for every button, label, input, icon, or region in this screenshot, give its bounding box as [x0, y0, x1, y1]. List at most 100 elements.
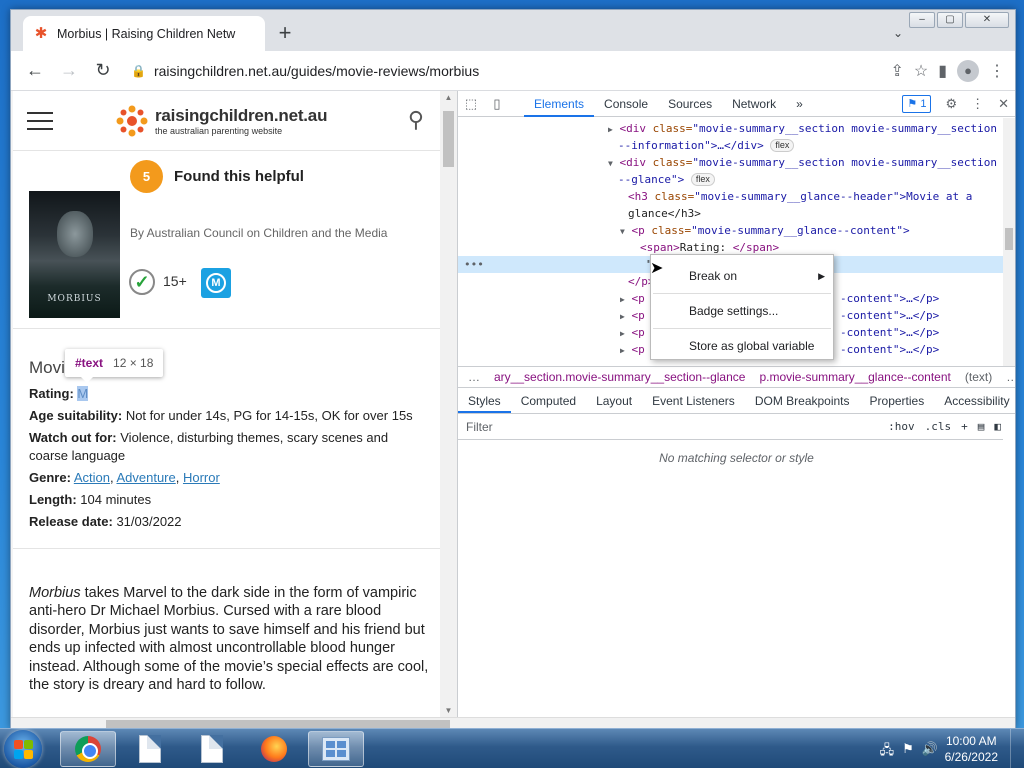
menu-item-store-global[interactable]: Store as global variable	[651, 334, 833, 358]
age-check-icon: ✓	[129, 269, 155, 295]
helpful-count-badge[interactable]: 5	[130, 160, 163, 193]
breadcrumb-section[interactable]: ary__section.movie-summary__section--gla…	[494, 370, 745, 384]
clock-time: 10:00 AM	[945, 734, 997, 748]
show-desktop-button[interactable]	[1010, 729, 1024, 768]
issues-badge[interactable]: ⚑ 1	[902, 95, 932, 113]
back-icon[interactable]: ←	[21, 57, 49, 85]
tab-computed[interactable]: Computed	[511, 388, 586, 413]
genre-link-horror[interactable]: Horror	[183, 470, 220, 485]
clock[interactable]: 10:00 AM 6/26/2022	[945, 733, 998, 765]
tooltip-size: 12 × 18	[113, 356, 154, 370]
tab-elements[interactable]: Elements	[524, 91, 595, 117]
tab-accessibility[interactable]: Accessibility	[934, 388, 1015, 413]
taskbar-control-panel[interactable]	[308, 731, 364, 767]
bookmark-star-icon[interactable]: ☆	[914, 61, 928, 81]
genre-link-adventure[interactable]: Adventure	[116, 470, 175, 485]
chrome-icon	[75, 736, 101, 762]
age-suitability-label: Age suitability:	[29, 408, 123, 423]
review-byline: By Australian Council on Children and th…	[130, 226, 388, 240]
reload-icon[interactable]: ↻	[89, 57, 117, 85]
document-icon	[139, 735, 161, 763]
logo-mark-icon	[116, 105, 148, 136]
release-date-label: Release date:	[29, 514, 113, 529]
new-rule-icon[interactable]: +	[961, 420, 968, 433]
breadcrumb-prev-icon[interactable]: …	[468, 370, 480, 384]
tree-node[interactable]: ▼ <div class="movie-summary__section mov…	[458, 154, 1003, 171]
maximize-button[interactable]: ▢	[937, 12, 963, 28]
breadcrumb-more[interactable]: …	[1006, 370, 1015, 384]
hamburger-menu-icon[interactable]	[27, 111, 53, 130]
more-tabs-icon[interactable]: »	[786, 91, 813, 117]
site-logo[interactable]: raisingchildren.net.au the australian pa…	[115, 104, 327, 138]
paint-icon[interactable]: ▤	[978, 420, 985, 433]
taskbar-firefox[interactable]	[246, 731, 302, 767]
devtools-menu-icon[interactable]: ⋮	[971, 96, 984, 112]
device-toolbar-icon[interactable]: ▯	[484, 96, 510, 112]
tab-sources[interactable]: Sources	[658, 91, 722, 117]
network-icon[interactable]: 🖧	[880, 741, 895, 763]
genre-link-action[interactable]: Action	[74, 470, 110, 485]
forward-icon[interactable]: →	[55, 57, 83, 85]
start-button[interactable]	[4, 730, 42, 768]
styles-scrollbar[interactable]	[1003, 414, 1015, 717]
tab-styles[interactable]: Styles	[458, 388, 511, 413]
age-label: 15+	[163, 273, 187, 289]
close-window-button[interactable]: ✕	[965, 12, 1009, 28]
mouse-cursor-icon: ➤	[650, 260, 664, 277]
styles-filter-bar: Filter :hov .cls + ▤ ◧	[458, 414, 1015, 440]
action-center-icon[interactable]: ⚑	[902, 741, 914, 763]
tab-console[interactable]: Console	[594, 91, 658, 117]
elements-scrollbar[interactable]	[1003, 118, 1015, 366]
tab-search-icon[interactable]: ⌄	[893, 26, 903, 40]
profile-avatar-icon[interactable]: ●	[957, 59, 979, 82]
styles-filter-input[interactable]: Filter	[458, 420, 888, 434]
taskbar-file-2[interactable]	[184, 731, 240, 767]
m-rating-badge: M	[201, 268, 231, 298]
page-scrollbar[interactable]: ▲ ▼	[440, 91, 457, 717]
taskbar-file-1[interactable]	[122, 731, 178, 767]
breadcrumb-p[interactable]: p.movie-summary__glance--content	[759, 370, 950, 384]
tree-node[interactable]: ▼ <p class="movie-summary__glance--conte…	[458, 222, 1003, 239]
tree-node[interactable]: ▶ <div class="movie-summary__section mov…	[458, 120, 1003, 137]
share-icon[interactable]: ⇪	[890, 61, 903, 81]
browser-content: raisingchildren.net.au the australian pa…	[11, 91, 1015, 728]
chrome-menu-icon[interactable]: ⋮	[989, 61, 1005, 81]
rating-value: M	[77, 386, 89, 401]
inspect-element-icon[interactable]: ⬚	[458, 96, 484, 112]
address-bar[interactable]: 🔒 raisingchildren.net.au/guides/movie-re…	[123, 55, 885, 86]
review-body: takes Marvel to the dark side in the for…	[29, 585, 429, 694]
taskbar-chrome[interactable]	[60, 731, 116, 767]
tab-strip: ✱ Morbius | Raising Children Netw + ⌄ ‒ …	[11, 10, 1015, 57]
genre-label: Genre:	[29, 470, 71, 485]
length-label: Length:	[29, 492, 77, 507]
new-tab-button[interactable]: +	[273, 22, 297, 46]
volume-icon[interactable]: 🔊	[922, 741, 938, 763]
breadcrumb-text[interactable]: (text)	[965, 370, 992, 384]
tab-dom-breakpoints[interactable]: DOM Breakpoints	[745, 388, 860, 413]
settings-gear-icon[interactable]: ⚙	[945, 96, 957, 112]
toggle-sidebar-icon[interactable]: ◧	[994, 420, 1001, 433]
url-text: raisingchildren.net.au/guides/movie-revi…	[153, 62, 480, 79]
watch-out-label: Watch out for:	[29, 430, 117, 445]
web-page: raisingchildren.net.au the australian pa…	[11, 91, 457, 717]
tab-layout[interactable]: Layout	[586, 388, 642, 413]
close-devtools-icon[interactable]: ✕	[998, 96, 1009, 112]
context-menu: Break on ▶ Badge settings... Store as glo…	[650, 254, 834, 360]
tree-node[interactable]: <h3 class="movie-summary__glance--header…	[458, 188, 1003, 205]
review-paragraph: Morbius takes Marvel to the dark side in…	[29, 584, 433, 694]
tooltip-node: #text	[75, 356, 104, 370]
cls-toggle[interactable]: .cls	[925, 420, 952, 433]
menu-item-badge-settings[interactable]: Badge settings...	[651, 299, 833, 323]
browser-tab[interactable]: ✱ Morbius | Raising Children Netw	[23, 16, 265, 51]
minimize-button[interactable]: ‒	[909, 12, 935, 28]
tab-properties[interactable]: Properties	[860, 388, 935, 413]
tab-event-listeners[interactable]: Event Listeners	[642, 388, 745, 413]
site-search-icon[interactable]: ⚲	[408, 107, 424, 133]
hov-toggle[interactable]: :hov	[888, 420, 915, 433]
menu-item-break-on[interactable]: Break on ▶	[651, 264, 833, 288]
devtools-panel: ⬚ ▯ Elements Console Sources Network » ⚑…	[457, 91, 1015, 717]
chrome-window: ✱ Morbius | Raising Children Netw + ⌄ ‒ …	[10, 9, 1016, 729]
tab-network[interactable]: Network	[722, 91, 786, 117]
movie-poster[interactable]: MORBIUS	[29, 191, 120, 318]
side-panel-icon[interactable]: ▮	[938, 61, 947, 81]
